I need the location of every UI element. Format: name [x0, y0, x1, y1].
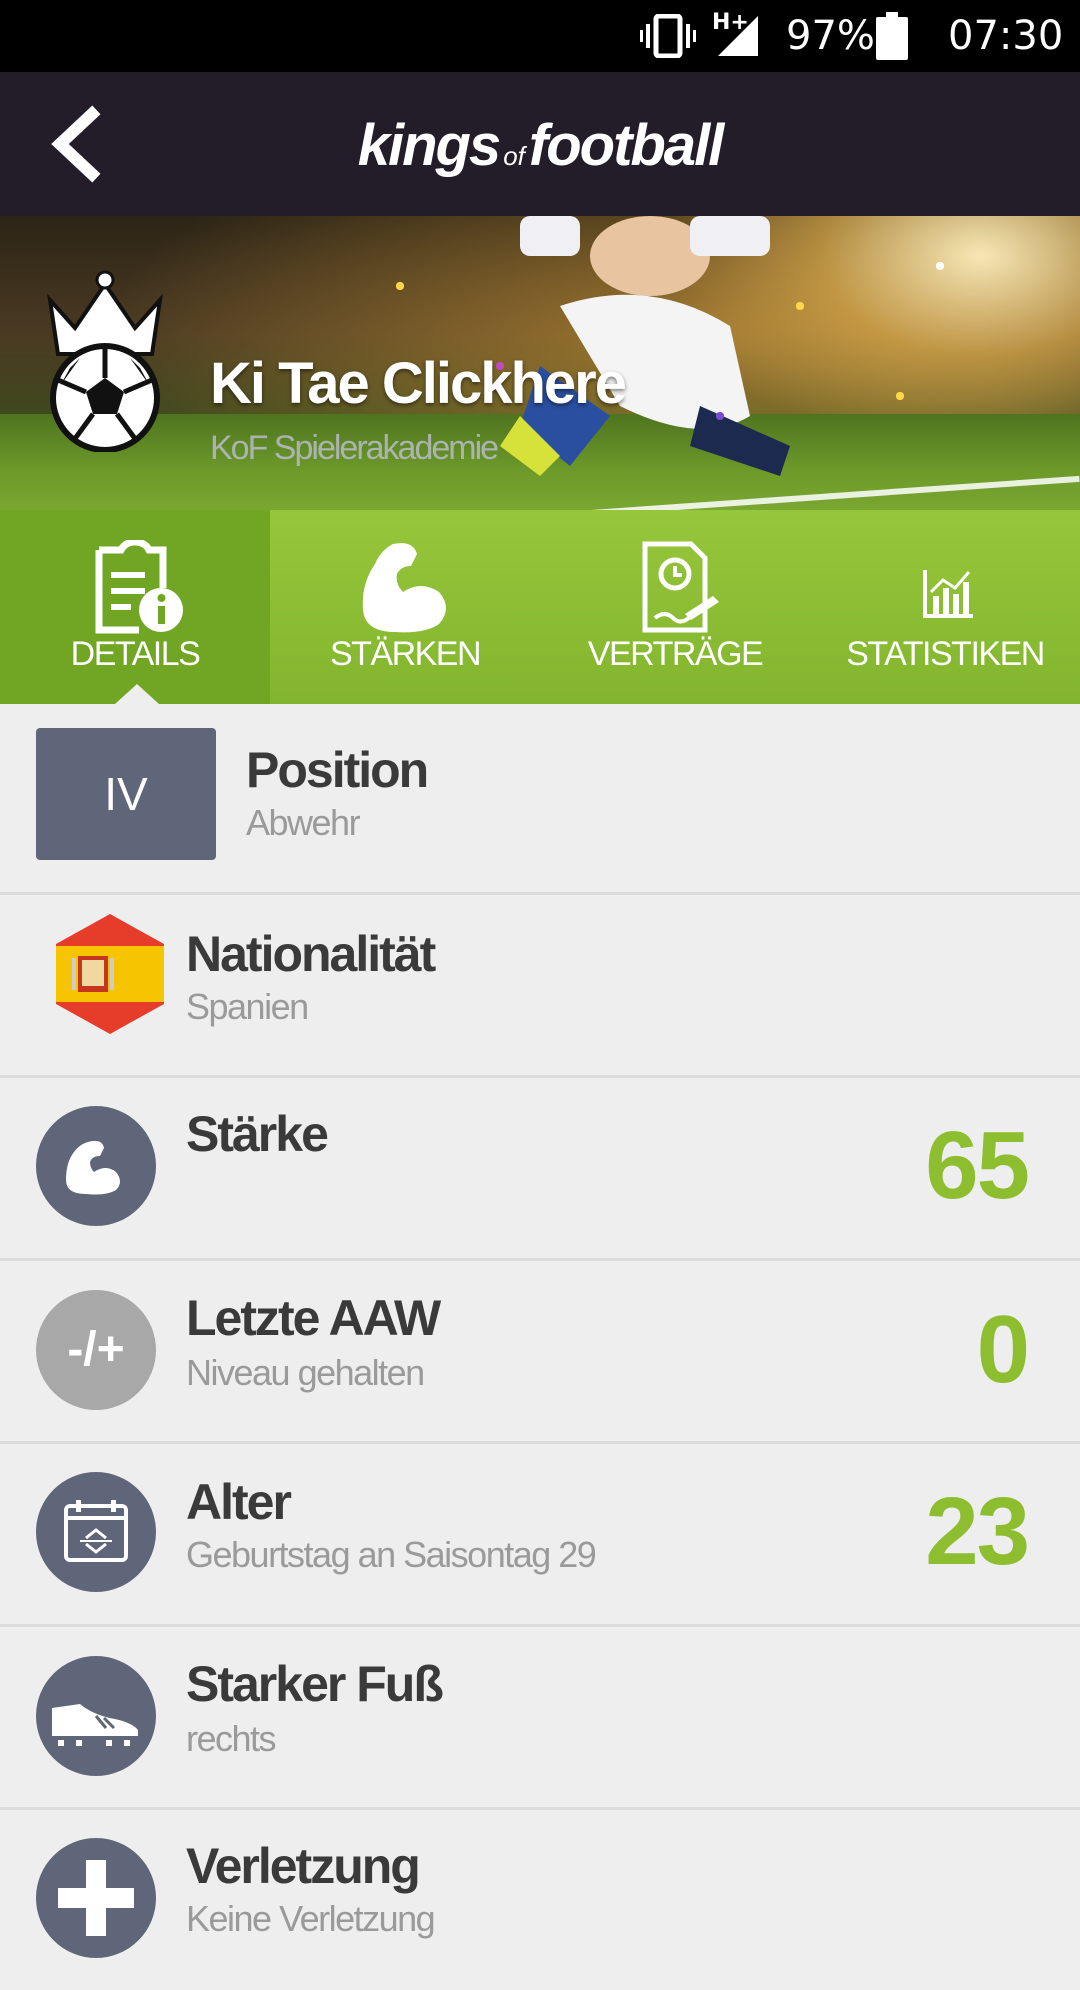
battery-percent: 97%	[786, 13, 875, 59]
biceps-icon	[362, 543, 446, 633]
nationality-value: Spanien	[186, 986, 309, 1027]
status-bar: H+ 97% 07:30	[0, 0, 1080, 72]
age-title: Alter	[186, 1474, 292, 1530]
contract-icon	[642, 541, 719, 633]
player-name: Ki Tae Clickhere	[210, 351, 627, 416]
logo-text-kings: kings	[357, 113, 501, 178]
strength-title: Stärke	[186, 1106, 329, 1162]
strong-foot-value: rechts	[186, 1718, 277, 1759]
list-item-injury[interactable]	[0, 1810, 1080, 1990]
tab-vertraege[interactable]: VERTRÄGE	[540, 510, 810, 704]
app-bar: kings offootball	[0, 72, 1080, 216]
position-title: Position	[246, 742, 429, 798]
logo-text-of: of	[503, 141, 525, 171]
plus-minus-icon: -/+	[67, 1323, 125, 1376]
vibrate-icon	[640, 14, 696, 58]
list-item-strong-foot[interactable]	[0, 1627, 1080, 1810]
tab-details[interactable]: DETAILS	[0, 510, 270, 704]
club-crown-ball-logo	[47, 270, 163, 452]
nationality-title: Nationalität	[186, 926, 436, 982]
age-icon-circle	[36, 1472, 156, 1592]
confetti	[380, 246, 980, 446]
battery-icon	[876, 12, 908, 60]
calendar-icon	[64, 1500, 128, 1562]
stats-chart-icon	[923, 570, 973, 618]
last-aaw-title: Letzte AAW	[186, 1290, 441, 1346]
strength-icon-circle	[36, 1106, 156, 1226]
injury-title: Verletzung	[186, 1838, 421, 1894]
strength-value: 65	[925, 1112, 1030, 1219]
position-badge: IV	[36, 728, 216, 860]
tab-details-label: DETAILS	[70, 635, 201, 673]
active-tab-indicator	[115, 684, 159, 704]
last-aaw-value: 0	[976, 1296, 1030, 1403]
aaw-icon-circle: -/+	[36, 1290, 156, 1410]
biceps-icon	[66, 1140, 120, 1195]
tab-vertraege-label: VERTRÄGE	[587, 635, 764, 673]
tab-staerken[interactable]: STÄRKEN	[270, 510, 540, 704]
position-value: Abwehr	[246, 802, 361, 843]
player-club: KoF Spielerakademie	[210, 429, 499, 467]
kings-of-football-logo: kings offootball	[0, 114, 1080, 188]
tab-staerken-label: STÄRKEN	[329, 635, 482, 673]
details-info-icon	[95, 540, 183, 634]
tab-statistiken[interactable]: STATISTIKEN	[810, 510, 1080, 704]
boot-icon	[52, 1704, 138, 1746]
tab-statistiken-label: STATISTIKEN	[846, 635, 1045, 673]
age-sub: Geburtstag an Saisontag 29	[186, 1534, 597, 1575]
strong-foot-title: Starker Fuß	[186, 1656, 444, 1712]
network-type: H+	[712, 10, 749, 35]
logo-text-football: football	[528, 113, 724, 178]
injury-value: Keine Verletzung	[186, 1898, 436, 1939]
player-tabs: DETAILS STÄRKEN VERTRÄGE STATISTIKEN	[0, 510, 1080, 704]
spain-flag-icon	[56, 914, 164, 1034]
strong-foot-icon-circle	[36, 1656, 156, 1776]
clock: 07:30	[948, 13, 1064, 59]
injury-icon-circle	[36, 1838, 156, 1958]
age-value: 23	[925, 1478, 1030, 1585]
last-aaw-sub: Niveau gehalten	[186, 1352, 425, 1393]
list-item-strength[interactable]	[0, 1078, 1080, 1261]
plus-icon	[58, 1860, 134, 1936]
list-item-last-aaw[interactable]	[0, 1261, 1080, 1444]
